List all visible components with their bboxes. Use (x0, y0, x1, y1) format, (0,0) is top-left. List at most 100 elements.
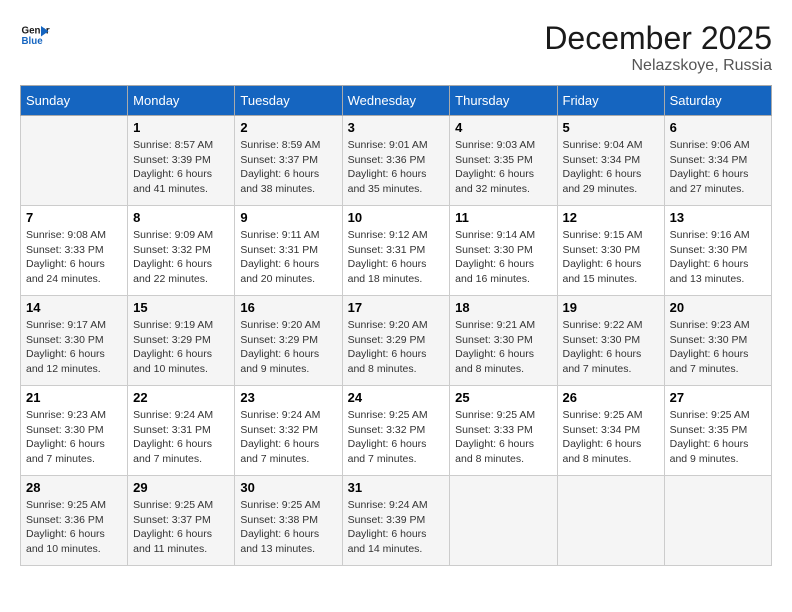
day-info: Sunrise: 9:24 AM Sunset: 3:39 PM Dayligh… (348, 498, 445, 557)
weekday-header-row: SundayMondayTuesdayWednesdayThursdayFrid… (21, 86, 772, 116)
day-info: Sunrise: 9:25 AM Sunset: 3:38 PM Dayligh… (240, 498, 336, 557)
week-row-4: 21 Sunrise: 9:23 AM Sunset: 3:30 PM Dayli… (21, 386, 772, 476)
day-info: Sunrise: 9:15 AM Sunset: 3:30 PM Dayligh… (563, 228, 659, 287)
day-number: 3 (348, 120, 445, 135)
day-info: Sunrise: 9:24 AM Sunset: 3:31 PM Dayligh… (133, 408, 229, 467)
day-number: 28 (26, 480, 122, 495)
day-info: Sunrise: 9:03 AM Sunset: 3:35 PM Dayligh… (455, 138, 551, 197)
day-cell: 24Sunrise: 9:25 AM Sunset: 3:32 PM Dayli… (342, 386, 450, 476)
day-number: 29 (133, 480, 229, 495)
week-row-2: 7 Sunrise: 9:08 AM Sunset: 3:33 PM Daylig… (21, 206, 772, 296)
day-number: 8 (133, 210, 229, 225)
day-cell: 13Sunrise: 9:16 AM Sunset: 3:30 PM Dayli… (664, 206, 771, 296)
day-number: 4 (455, 120, 551, 135)
month-title: December 2025 (544, 20, 772, 57)
day-info: Sunrise: 9:12 AM Sunset: 3:31 PM Dayligh… (348, 228, 445, 287)
day-cell (21, 116, 128, 206)
day-info: Sunrise: 9:24 AM Sunset: 3:32 PM Dayligh… (240, 408, 336, 467)
day-number: 17 (348, 300, 445, 315)
weekday-monday: Monday (128, 86, 235, 116)
day-number: 21 (26, 390, 122, 405)
logo: General Blue (20, 20, 50, 50)
day-cell: 15 Sunrise: 9:19 AM Sunset: 3:29 PM Dayli… (128, 296, 235, 386)
calendar-body: 1 Sunrise: 8:57 AM Sunset: 3:39 PM Daylig… (21, 116, 772, 566)
day-number: 16 (240, 300, 336, 315)
day-cell: 18Sunrise: 9:21 AM Sunset: 3:30 PM Dayli… (450, 296, 557, 386)
weekday-friday: Friday (557, 86, 664, 116)
day-cell: 16 Sunrise: 9:20 AM Sunset: 3:29 PM Dayli… (235, 296, 342, 386)
day-number: 2 (240, 120, 336, 135)
day-number: 25 (455, 390, 551, 405)
day-cell: 5 Sunrise: 9:04 AM Sunset: 3:34 PM Daylig… (557, 116, 664, 206)
weekday-tuesday: Tuesday (235, 86, 342, 116)
svg-text:Blue: Blue (22, 36, 44, 47)
day-cell: 20Sunrise: 9:23 AM Sunset: 3:30 PM Dayli… (664, 296, 771, 386)
weekday-thursday: Thursday (450, 86, 557, 116)
day-number: 23 (240, 390, 336, 405)
day-number: 30 (240, 480, 336, 495)
day-cell: 12 Sunrise: 9:15 AM Sunset: 3:30 PM Dayli… (557, 206, 664, 296)
logo-icon: General Blue (20, 20, 50, 50)
day-cell: 31 Sunrise: 9:24 AM Sunset: 3:39 PM Dayli… (342, 476, 450, 566)
day-cell: 23 Sunrise: 9:24 AM Sunset: 3:32 PM Dayli… (235, 386, 342, 476)
day-cell: 27 Sunrise: 9:25 AM Sunset: 3:35 PM Dayli… (664, 386, 771, 476)
day-number: 31 (348, 480, 445, 495)
day-info: Sunrise: 9:17 AM Sunset: 3:30 PM Dayligh… (26, 318, 122, 377)
day-cell (450, 476, 557, 566)
day-cell: 22Sunrise: 9:24 AM Sunset: 3:31 PM Dayli… (128, 386, 235, 476)
day-number: 18 (455, 300, 551, 315)
day-number: 20 (670, 300, 766, 315)
day-cell: 9Sunrise: 9:11 AM Sunset: 3:31 PM Daylig… (235, 206, 342, 296)
day-number: 15 (133, 300, 229, 315)
day-info: Sunrise: 9:04 AM Sunset: 3:34 PM Dayligh… (563, 138, 659, 197)
day-info: Sunrise: 9:25 AM Sunset: 3:33 PM Dayligh… (455, 408, 551, 467)
day-number: 10 (348, 210, 445, 225)
week-row-1: 1 Sunrise: 8:57 AM Sunset: 3:39 PM Daylig… (21, 116, 772, 206)
day-cell: 29 Sunrise: 9:25 AM Sunset: 3:37 PM Dayli… (128, 476, 235, 566)
day-cell: 30 Sunrise: 9:25 AM Sunset: 3:38 PM Dayli… (235, 476, 342, 566)
day-cell: 3Sunrise: 9:01 AM Sunset: 3:36 PM Daylig… (342, 116, 450, 206)
week-row-5: 28 Sunrise: 9:25 AM Sunset: 3:36 PM Dayli… (21, 476, 772, 566)
day-cell: 7 Sunrise: 9:08 AM Sunset: 3:33 PM Daylig… (21, 206, 128, 296)
title-block: December 2025 Nelazskoye, Russia (544, 20, 772, 75)
day-info: Sunrise: 9:19 AM Sunset: 3:29 PM Dayligh… (133, 318, 229, 377)
day-cell: 11Sunrise: 9:14 AM Sunset: 3:30 PM Dayli… (450, 206, 557, 296)
day-info: Sunrise: 9:08 AM Sunset: 3:33 PM Dayligh… (26, 228, 122, 287)
location: Nelazskoye, Russia (544, 57, 772, 75)
day-info: Sunrise: 9:25 AM Sunset: 3:37 PM Dayligh… (133, 498, 229, 557)
day-info: Sunrise: 9:23 AM Sunset: 3:30 PM Dayligh… (26, 408, 122, 467)
calendar-table: SundayMondayTuesdayWednesdayThursdayFrid… (20, 85, 772, 566)
page-header: General Blue December 2025 Nelazskoye, R… (20, 20, 772, 75)
day-info: Sunrise: 9:16 AM Sunset: 3:30 PM Dayligh… (670, 228, 766, 287)
day-number: 9 (240, 210, 336, 225)
day-info: Sunrise: 8:59 AM Sunset: 3:37 PM Dayligh… (240, 138, 336, 197)
day-cell: 8Sunrise: 9:09 AM Sunset: 3:32 PM Daylig… (128, 206, 235, 296)
day-cell: 25 Sunrise: 9:25 AM Sunset: 3:33 PM Dayli… (450, 386, 557, 476)
day-cell: 17 Sunrise: 9:20 AM Sunset: 3:29 PM Dayli… (342, 296, 450, 386)
day-cell: 14Sunrise: 9:17 AM Sunset: 3:30 PM Dayli… (21, 296, 128, 386)
day-info: Sunrise: 9:25 AM Sunset: 3:35 PM Dayligh… (670, 408, 766, 467)
day-number: 12 (563, 210, 659, 225)
day-cell: 28 Sunrise: 9:25 AM Sunset: 3:36 PM Dayli… (21, 476, 128, 566)
day-number: 6 (670, 120, 766, 135)
day-number: 7 (26, 210, 122, 225)
day-number: 1 (133, 120, 229, 135)
day-cell (557, 476, 664, 566)
day-info: Sunrise: 9:25 AM Sunset: 3:36 PM Dayligh… (26, 498, 122, 557)
day-info: Sunrise: 9:20 AM Sunset: 3:29 PM Dayligh… (240, 318, 336, 377)
day-info: Sunrise: 9:20 AM Sunset: 3:29 PM Dayligh… (348, 318, 445, 377)
day-cell: 19Sunrise: 9:22 AM Sunset: 3:30 PM Dayli… (557, 296, 664, 386)
day-cell: 10 Sunrise: 9:12 AM Sunset: 3:31 PM Dayli… (342, 206, 450, 296)
day-number: 27 (670, 390, 766, 405)
day-info: Sunrise: 9:22 AM Sunset: 3:30 PM Dayligh… (563, 318, 659, 377)
weekday-wednesday: Wednesday (342, 86, 450, 116)
day-number: 5 (563, 120, 659, 135)
weekday-sunday: Sunday (21, 86, 128, 116)
weekday-saturday: Saturday (664, 86, 771, 116)
day-number: 24 (348, 390, 445, 405)
day-number: 11 (455, 210, 551, 225)
day-cell: 2 Sunrise: 8:59 AM Sunset: 3:37 PM Daylig… (235, 116, 342, 206)
day-cell (664, 476, 771, 566)
day-cell: 6Sunrise: 9:06 AM Sunset: 3:34 PM Daylig… (664, 116, 771, 206)
day-info: Sunrise: 8:57 AM Sunset: 3:39 PM Dayligh… (133, 138, 229, 197)
